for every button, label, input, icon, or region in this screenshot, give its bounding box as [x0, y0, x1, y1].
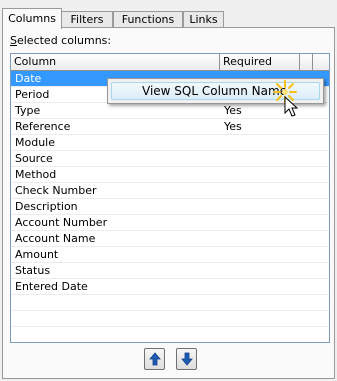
table-row[interactable]: Type Yes [11, 103, 329, 119]
column-cell: Reference [15, 120, 71, 133]
table-row[interactable]: Amount [11, 247, 329, 263]
column-cell: Entered Date [15, 280, 88, 293]
move-up-button[interactable] [144, 348, 165, 370]
tab-filters[interactable]: Filters [61, 11, 113, 28]
table-row[interactable] [11, 311, 329, 327]
arrow-down-icon [181, 352, 193, 366]
column-cell: Method [15, 168, 57, 181]
filler-header [300, 54, 313, 70]
required-cell [220, 215, 300, 230]
table-row[interactable]: Entered Date [11, 279, 329, 295]
table-row[interactable]: Module [11, 135, 329, 151]
mouse-pointer-icon [284, 96, 299, 117]
required-cell [220, 151, 300, 166]
tab-functions[interactable]: Functions [113, 11, 183, 28]
required-cell [220, 231, 300, 246]
column-cell: Account Name [15, 232, 96, 245]
required-cell [220, 263, 300, 278]
column-cell: Source [15, 152, 53, 165]
required-cell [220, 199, 300, 214]
tab-columns-label: Columns [8, 12, 56, 25]
table-body: Date Period Type Yes Reference Yes Module Sourc… [11, 71, 329, 342]
tab-links-label: Links [189, 13, 218, 26]
tab-functions-label: Functions [121, 13, 175, 26]
tab-links[interactable]: Links [183, 11, 224, 28]
table-row[interactable]: Method [11, 167, 329, 183]
required-cell [220, 167, 300, 182]
column-cell: Module [15, 136, 55, 149]
table-row[interactable] [11, 327, 329, 342]
column-cell: Type [15, 104, 41, 117]
table-row[interactable]: Description [11, 199, 329, 215]
required-cell [220, 183, 300, 198]
required-cell [220, 135, 300, 150]
required-cell [220, 279, 300, 294]
selected-columns-label: Selected columns: [10, 34, 112, 47]
table-header: Column Required [11, 54, 329, 71]
column-header[interactable]: Column [11, 54, 220, 70]
tab-filters-label: Filters [70, 13, 104, 26]
table-row[interactable]: Account Name [11, 231, 329, 247]
column-cell: Description [15, 200, 78, 213]
column-cell: Status [15, 264, 51, 277]
move-down-button[interactable] [176, 348, 197, 370]
table-row[interactable]: Account Number [11, 215, 329, 231]
arrow-up-icon [149, 352, 161, 366]
required-header[interactable]: Required [220, 54, 300, 70]
required-cell [220, 247, 300, 262]
required-cell: Yes [224, 120, 242, 133]
column-cell: Account Number [15, 216, 108, 229]
column-cell: Check Number [15, 184, 97, 197]
table-row[interactable]: Reference Yes [11, 119, 329, 135]
tab-columns[interactable]: Columns [2, 8, 62, 29]
table-row[interactable]: Check Number [11, 183, 329, 199]
table-row[interactable]: Source [11, 151, 329, 167]
column-cell: Amount [15, 248, 59, 261]
table-row[interactable]: Status [11, 263, 329, 279]
table-row[interactable] [11, 295, 329, 311]
